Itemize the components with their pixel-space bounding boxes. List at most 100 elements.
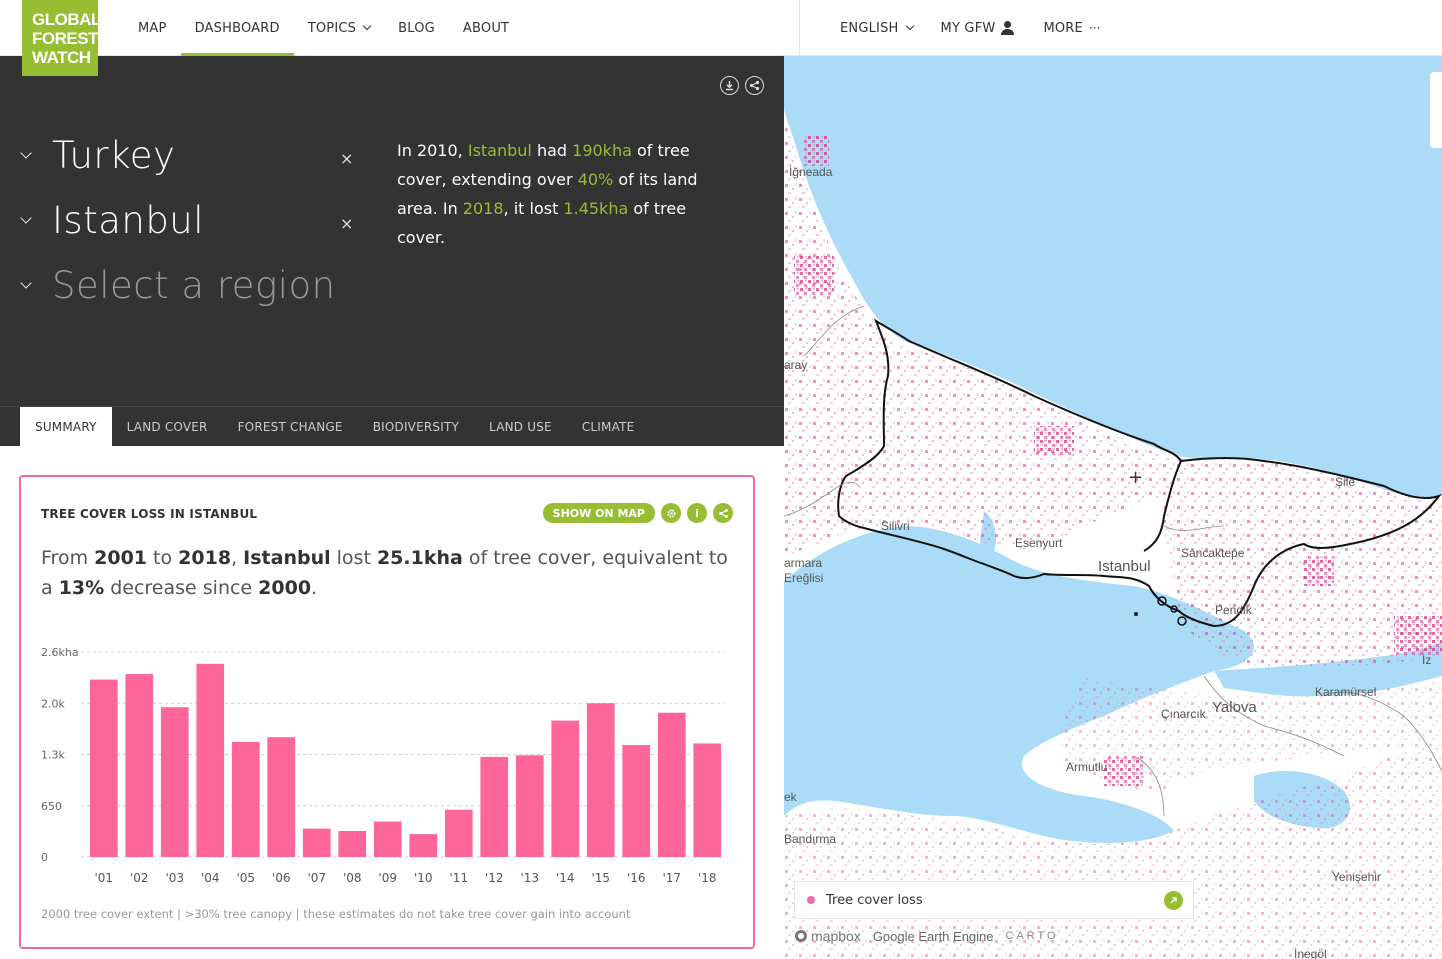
tab-biodiversity-label: BIODIVERSITY <box>372 420 460 434</box>
earth-engine-logo[interactable]: Google Earth Engine <box>873 929 994 944</box>
tab-climate[interactable]: CLIMATE <box>567 407 650 447</box>
dashboard-tabs: SUMMARY LAND COVER FOREST CHANGE BIODIVE… <box>0 406 784 447</box>
chart-bar[interactable] <box>267 737 296 857</box>
y-tick-label: 2.6kha <box>41 646 79 659</box>
more-dots-icon: ··· <box>1088 21 1101 35</box>
x-tick-label: '06 <box>272 871 291 885</box>
chart-bar[interactable] <box>657 712 686 857</box>
nav-dashboard-label: DASHBOARD <box>194 20 280 36</box>
tab-forest-change[interactable]: FOREST CHANGE <box>223 407 358 447</box>
chart-bar[interactable] <box>338 830 367 857</box>
widget-loss: 25.1kha <box>376 547 463 569</box>
close-icon[interactable]: × <box>340 149 353 168</box>
chart-bar[interactable] <box>373 821 402 857</box>
chart-bar[interactable] <box>693 743 722 857</box>
subregion-selector[interactable]: Select a region <box>18 264 336 307</box>
nav-map[interactable]: MAP <box>124 0 181 56</box>
region-selector[interactable]: Istanbul <box>18 199 204 242</box>
x-tick-label: '16 <box>627 871 646 885</box>
tab-land-cover[interactable]: LAND COVER <box>112 407 223 447</box>
chart-bar[interactable] <box>89 679 118 857</box>
map-label: Yenişehir <box>1332 870 1381 884</box>
tab-summary-label: SUMMARY <box>35 420 97 434</box>
country-selector[interactable]: Turkey <box>18 134 175 177</box>
country-name: Turkey <box>52 134 176 177</box>
sentence-text: , it lost <box>503 199 564 218</box>
nav-topics[interactable]: TOPICS <box>294 0 384 56</box>
tab-summary[interactable]: SUMMARY <box>20 407 112 447</box>
user-icon <box>1001 21 1015 35</box>
widget-footnote: 2000 tree cover extent | >30% tree canop… <box>41 907 631 921</box>
language-selector[interactable]: ENGLISH <box>826 0 927 56</box>
chart-bar[interactable] <box>586 703 615 857</box>
mapbox-logo[interactable]: mapbox <box>794 928 861 944</box>
share-icon[interactable] <box>745 76 764 95</box>
x-tick-label: '12 <box>485 871 504 885</box>
map-label: aray <box>784 358 808 372</box>
chart-bar[interactable] <box>302 828 331 857</box>
info-icon[interactable]: i <box>687 503 707 523</box>
map-controls[interactable] <box>1430 72 1442 148</box>
chart-bar[interactable] <box>125 674 154 857</box>
more-label: MORE <box>1043 20 1083 36</box>
nav-blog[interactable]: BLOG <box>384 0 449 56</box>
legend-label: Tree cover loss <box>826 892 923 908</box>
sentence-cover: 190kha <box>572 141 632 160</box>
gfw-logo[interactable]: GLOBAL FOREST WATCH <box>22 0 101 76</box>
chart-bar[interactable] <box>551 720 580 857</box>
logo-line-3: WATCH <box>32 48 91 67</box>
carto-logo[interactable]: CARTO <box>1006 930 1059 942</box>
x-tick-label: '11 <box>449 871 468 885</box>
more-menu[interactable]: MORE ··· <box>1029 0 1114 56</box>
logo-line-2: FOREST <box>32 29 98 48</box>
download-icon[interactable] <box>720 76 739 95</box>
chart-bar[interactable] <box>444 809 473 857</box>
chart-bar[interactable] <box>480 756 509 857</box>
chevron-down-icon <box>362 21 372 31</box>
chart-bar[interactable] <box>231 741 260 857</box>
nav-topics-label: TOPICS <box>307 20 357 36</box>
x-tick-label: '07 <box>307 871 326 885</box>
tree-cover-loss-widget: TREE COVER LOSS IN ISTANBUL SHOW ON MAP … <box>19 475 755 949</box>
tab-land-use[interactable]: LAND USE <box>474 407 567 447</box>
x-tick-label: '05 <box>236 871 255 885</box>
chart-bar[interactable] <box>196 663 225 857</box>
show-on-map-button[interactable]: SHOW ON MAP <box>542 503 655 523</box>
map-legend: Tree cover loss <box>794 881 1194 919</box>
region-name: Istanbul <box>52 199 205 242</box>
x-tick-label: '10 <box>414 871 433 885</box>
tab-land-cover-label: LAND COVER <box>126 420 208 434</box>
my-gfw-link[interactable]: MY GFW <box>927 0 1030 56</box>
expand-icon[interactable] <box>1164 891 1183 910</box>
close-icon[interactable]: × <box>340 214 353 233</box>
map-label: İz <box>1422 653 1432 667</box>
x-tick-label: '14 <box>556 871 575 885</box>
chart-bar[interactable] <box>622 745 651 857</box>
map-label: Pendik <box>1215 603 1252 617</box>
map-label: Şile <box>1335 475 1356 489</box>
nav-about[interactable]: ABOUT <box>449 0 523 56</box>
legend-swatch <box>807 896 815 904</box>
chart-bar[interactable] <box>515 755 544 857</box>
map-label: Istanbul <box>1098 558 1151 575</box>
mapbox-text: mapbox <box>811 928 861 944</box>
chevron-down-icon <box>20 212 32 224</box>
sentence-text: had <box>531 141 573 160</box>
nav-about-label: ABOUT <box>462 20 510 36</box>
map-view[interactable]: + İğneada aray Silivri Esenyurt Istanbul… <box>784 56 1442 959</box>
map-canvas[interactable] <box>784 56 1442 959</box>
widget-sentence-text: . <box>311 577 318 599</box>
nav-dashboard[interactable]: DASHBOARD <box>180 0 294 57</box>
gear-icon[interactable] <box>661 503 681 523</box>
map-attribution: mapbox Google Earth Engine CARTO <box>794 928 1059 944</box>
sentence-place: Istanbul <box>467 141 532 160</box>
share-icon[interactable] <box>713 503 733 523</box>
chart-bar[interactable] <box>160 707 189 857</box>
map-label: Ereğlisi <box>784 571 824 585</box>
map-label: Bandırma <box>784 832 837 846</box>
chevron-down-icon <box>20 147 32 159</box>
tab-biodiversity[interactable]: BIODIVERSITY <box>358 407 474 447</box>
map-label: Esenyurt <box>1015 536 1063 550</box>
y-tick-label: 650 <box>41 800 62 813</box>
chart-bar[interactable] <box>409 834 438 857</box>
